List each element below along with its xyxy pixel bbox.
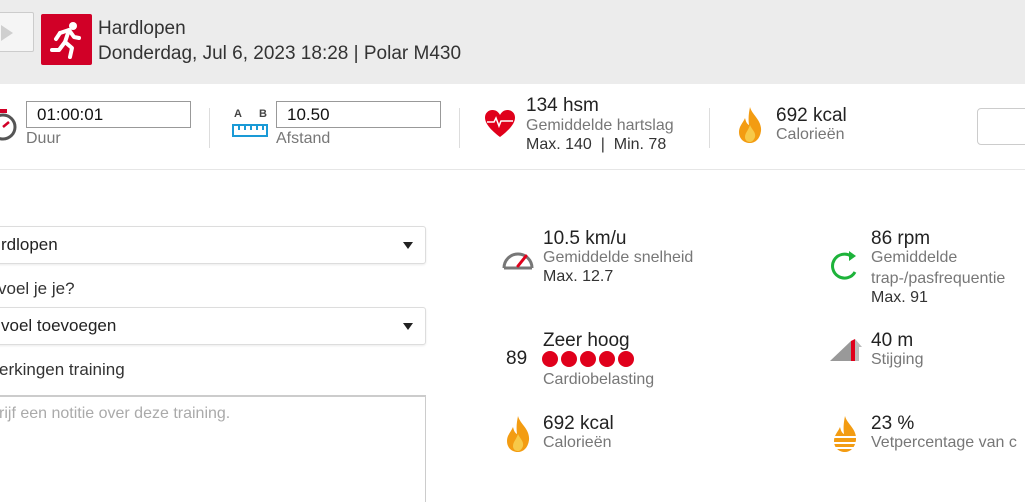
overflow-button[interactable] [977,108,1025,145]
summary-bar: 01:00:01 Duur A B 10.50 Afstand 134 hsm … [0,84,1025,170]
flame-icon [507,416,530,452]
cardio-load-value: Zeer hoog [543,330,630,351]
max-cadence: Max. 91 [871,289,928,306]
avg-heart-rate-value: 134 hsm [526,95,599,116]
feeling-select[interactable]: voel toevoegen [0,307,426,345]
cardio-dot [618,351,634,367]
calories-label: Calorieën [776,126,845,143]
calories-stat-value: 692 kcal [543,413,614,434]
cardio-load-score: 89 [506,348,528,369]
ascent-icon [830,339,862,361]
stopwatch-icon [0,109,17,141]
cardio-dot [561,351,577,367]
fat-percentage-value: 23 % [871,413,915,434]
running-person-icon [41,14,92,65]
page-header: Hardlopen Donderdag, Jul 6, 2023 18:28 |… [0,0,1025,84]
chevron-down-icon [403,242,413,249]
chevron-down-icon [403,323,413,330]
heart-icon [485,110,515,137]
calories-stat-label: Calorieën [543,434,612,451]
avg-speed-label: Gemiddelde snelheid [543,249,694,266]
avg-heart-rate-label: Gemiddelde hartslag [526,117,674,134]
distance-label: Afstand [276,130,331,147]
page-title: Hardlopen [98,18,186,39]
duration-input[interactable]: 01:00:01 [26,101,191,128]
heart-rate-minmax: Max. 140 | Min. 78 [526,136,667,153]
notes-label: erkingen training [0,360,125,379]
sport-select[interactable]: rdlopen [0,226,426,264]
notes-placeholder: rijf een notitie over deze training. [0,405,231,422]
cardio-dot [580,351,596,367]
play-icon [1,25,13,41]
cardio-load-label: Cardiobelasting [543,371,655,388]
previous-button[interactable] [0,12,34,52]
cadence-icon [831,251,857,280]
cardio-dot [599,351,615,367]
avg-cadence-label-2: trap-/pasfrequentie [871,270,1006,287]
ascent-label: Stijging [871,351,924,368]
cardio-load-level [542,351,634,367]
divider [459,108,460,148]
notes-textarea[interactable]: rijf een notitie over deze training. [0,395,426,502]
ascent-value: 40 m [871,330,914,351]
distance-icon-letter-a: A [234,108,242,120]
session-datetime-device: Donderdag, Jul 6, 2023 18:28 | Polar M43… [98,43,462,64]
distance-input[interactable]: 10.50 [276,101,441,128]
feeling-select-value: voel toevoegen [1,316,117,335]
duration-label: Duur [26,130,61,147]
distance-icon: A B [232,108,268,140]
fat-flame-icon [834,416,857,452]
sport-select-value: rdlopen [1,235,58,254]
avg-speed-value: 10.5 km/u [543,228,627,249]
divider [709,108,710,148]
feeling-label: voel je je? [0,279,75,298]
flame-icon [739,107,762,143]
speedometer-icon [502,252,534,270]
divider [209,108,210,148]
fat-percentage-label: Vetpercentage van c [871,434,1017,451]
max-speed: Max. 12.7 [543,268,614,285]
calories-value: 692 kcal [776,105,847,126]
avg-cadence-value: 86 rpm [871,228,931,249]
distance-icon-letter-b: B [259,108,267,120]
cardio-dot [542,351,558,367]
avg-cadence-label-1: Gemiddelde [871,249,958,266]
